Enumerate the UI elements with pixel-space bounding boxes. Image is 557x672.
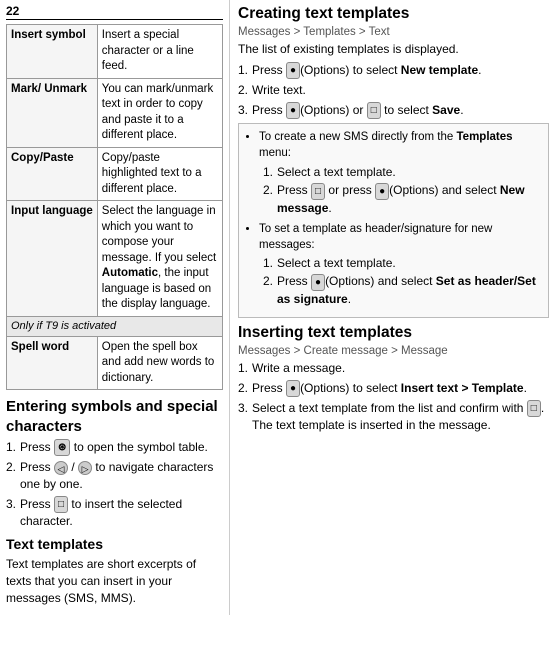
step-text: Write text. (252, 82, 306, 99)
entering-steps-list: 1.Press ⊛ to open the symbol table.2.Pre… (6, 439, 223, 530)
feature-desc: Insert a special character or a line fee… (97, 25, 222, 79)
options-label: (Options) (300, 381, 349, 395)
list-item: 2.Press ●(Options) and select Set as hea… (263, 273, 542, 307)
feature-desc: Select the language in which you want to… (97, 201, 222, 317)
feature-label: Copy/Paste (7, 147, 98, 201)
creating-heading: Creating text templates (238, 4, 549, 24)
step-text: Press ●(Options) to select New template. (252, 62, 481, 79)
inline-button[interactable]: ● (311, 274, 325, 291)
step-text: Press ◁ / ▷ to navigate characters one b… (20, 459, 223, 493)
step-number: 1. (6, 439, 20, 456)
feature-desc: You can mark/unmark text in order to cop… (97, 78, 222, 147)
text-templates-desc: Text templates are short excerpts of tex… (6, 556, 223, 606)
list-item: 3.Press □ to insert the selected charact… (6, 496, 223, 530)
feature-label: Input language (7, 201, 98, 317)
list-item: 2.Press ◁ / ▷ to navigate characters one… (6, 459, 223, 493)
spell-word-label: Spell word (7, 336, 98, 390)
inserting-path: Messages > Create message > Message (238, 345, 549, 357)
inline-button[interactable]: ● (375, 183, 389, 200)
step-number: 2. (263, 273, 277, 290)
sub-step-text: Select a text template. (277, 255, 396, 272)
step-number: 2. (238, 380, 252, 397)
inserting-steps-list: 1.Write a message.2.Press ●(Options) to … (238, 360, 549, 434)
table-row: Insert symbolInsert a special character … (7, 25, 223, 79)
options-label: (Options) (325, 274, 374, 288)
list-item: 2.Press ●(Options) to select Insert text… (238, 380, 549, 397)
step-text: Select a text template from the list and… (252, 400, 549, 434)
list-item: 2.Write text. (238, 82, 549, 99)
step-number: 1. (238, 62, 252, 79)
step-text: Write a message. (252, 360, 345, 377)
step-number: 3. (238, 400, 252, 417)
list-item: 1.Select a text template. (263, 164, 542, 181)
creating-intro: The list of existing templates is displa… (238, 41, 549, 58)
table-row: Copy/PasteCopy/paste highlighted text to… (7, 147, 223, 201)
only-if-label: Only if T9 is activated (7, 316, 223, 336)
feature-label: Mark/ Unmark (7, 78, 98, 147)
inline-button[interactable]: □ (54, 496, 68, 513)
step-number: 1. (263, 164, 277, 181)
sub-steps-list: 1.Select a text template.2.Press ●(Optio… (259, 255, 542, 308)
sub-step-text: Select a text template. (277, 164, 396, 181)
text-templates-heading: Text templates (6, 535, 223, 553)
step-number: 1. (238, 360, 252, 377)
options-label: (Options) (300, 103, 349, 117)
creating-steps-list: 1.Press ●(Options) to select New templat… (238, 62, 549, 119)
bullet-intro: To create a new SMS directly from the Te… (259, 129, 542, 161)
sub-steps-list: 1.Select a text template.2.Press □ or pr… (259, 164, 542, 217)
list-item: 1.Press ⊛ to open the symbol table. (6, 439, 223, 456)
list-item: 3.Select a text template from the list a… (238, 400, 549, 434)
creating-path: Messages > Templates > Text (238, 26, 549, 38)
step-number: 2. (263, 182, 277, 199)
only-if-row: Only if T9 is activated (7, 316, 223, 336)
sub-step-text: Press ●(Options) and select Set as heade… (277, 273, 542, 307)
options-label: (Options) (300, 63, 349, 77)
inline-button[interactable]: □ (311, 183, 325, 200)
info-box: To create a new SMS directly from the Te… (238, 123, 549, 317)
step-number: 1. (263, 255, 277, 272)
feature-label: Insert symbol (7, 25, 98, 79)
bullet-intro: To set a template as header/signature fo… (259, 221, 542, 253)
inline-button[interactable]: □ (527, 400, 541, 417)
step-number: 2. (238, 82, 252, 99)
spell-word-desc: Open the spell box and add new words to … (97, 336, 222, 390)
table-row: Spell wordOpen the spell box and add new… (7, 336, 223, 390)
list-item: To create a new SMS directly from the Te… (259, 129, 542, 216)
list-item: 3.Press ●(Options) or □ to select Save. (238, 102, 549, 119)
step-text: Press ●(Options) to select Insert text >… (252, 380, 527, 397)
left-column: 22 Insert symbolInsert a special charact… (0, 0, 230, 615)
list-item: 2.Press □ or press ●(Options) and select… (263, 182, 542, 216)
inline-nav-button: ▷ (78, 461, 92, 475)
inline-button[interactable]: ● (286, 102, 300, 119)
feature-table: Insert symbolInsert a special character … (6, 24, 223, 390)
inline-nav-button: ◁ (54, 461, 68, 475)
inserting-heading: Inserting text templates (238, 323, 549, 343)
step-number: 2. (6, 459, 20, 476)
sub-step-text: Press □ or press ●(Options) and select N… (277, 182, 542, 216)
entering-symbols-heading: Entering symbols and special characters (6, 397, 223, 436)
symbol-table-button[interactable]: ⊛ (54, 439, 70, 456)
list-item: To set a template as header/signature fo… (259, 221, 542, 308)
step-text: Press □ to insert the selected character… (20, 496, 223, 530)
info-box-list: To create a new SMS directly from the Te… (245, 129, 542, 307)
step-text: Press ⊛ to open the symbol table. (20, 439, 208, 456)
page-number: 22 (6, 4, 223, 20)
options-label: (Options) (389, 183, 438, 197)
right-column: Creating text templates Messages > Templ… (230, 0, 557, 615)
feature-desc: Copy/paste highlighted text to a differe… (97, 147, 222, 201)
page-container: 22 Insert symbolInsert a special charact… (0, 0, 557, 615)
list-item: 1.Select a text template. (263, 255, 542, 272)
step-number: 3. (238, 102, 252, 119)
inline-button[interactable]: ● (286, 380, 300, 397)
table-row: Mark/ UnmarkYou can mark/unmark text in … (7, 78, 223, 147)
list-item: 1.Write a message. (238, 360, 549, 377)
list-item: 1.Press ●(Options) to select New templat… (238, 62, 549, 79)
inline-button[interactable]: ● (286, 62, 300, 79)
step-number: 3. (6, 496, 20, 513)
table-row: Input languageSelect the language in whi… (7, 201, 223, 317)
step-text: Press ●(Options) or □ to select Save. (252, 102, 464, 119)
inline-button[interactable]: □ (367, 102, 381, 119)
